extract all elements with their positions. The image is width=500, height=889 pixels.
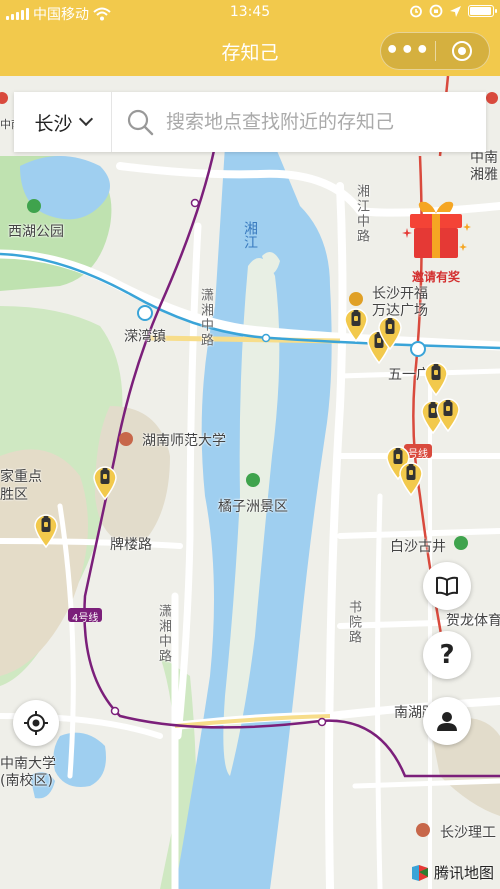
locker-pin-icon[interactable] <box>377 314 403 351</box>
invite-reward-promo[interactable]: 邀请有奖 <box>388 196 472 286</box>
search-icon <box>127 109 154 136</box>
battery-icon <box>468 5 497 17</box>
rotation-lock-icon <box>429 4 443 18</box>
nav-bar: 存知己 ••• <box>0 26 500 76</box>
map-label-west-lake-park: 西湖公园 <box>8 224 64 240</box>
invite-reward-label: 邀请有奖 <box>411 270 460 284</box>
map-label-hunan-normal-univ: 湖南师范大学 <box>142 433 226 449</box>
locker-pin-icon[interactable] <box>92 464 118 501</box>
city-label: 长沙 <box>34 112 73 135</box>
map-label-xiangjiang-road-middle: 湘江中路 <box>354 184 369 244</box>
map-attribution: 腾讯地图 <box>410 862 494 883</box>
locker-pin-icon[interactable] <box>33 512 59 549</box>
locate-icon <box>24 711 48 735</box>
city-selector[interactable]: 长沙 <box>14 92 112 152</box>
map-view[interactable]: 西湖公园 溁湾镇 湘江 潇湘中路 潇湘中路 湖南师范大学 橘子洲景区 牌楼路 中… <box>0 76 500 889</box>
search-bar: 长沙 <box>14 92 486 152</box>
map-label-luanwan-town: 溁湾镇 <box>124 329 166 345</box>
search-input[interactable] <box>166 111 486 133</box>
alarm-icon <box>410 5 422 18</box>
search-box <box>112 108 486 136</box>
help-button[interactable]: ? <box>423 631 471 679</box>
map-label-xiangjiang-river: 湘江 <box>242 221 258 249</box>
map-label-xiaoxiang-road-south: 潇湘中路 <box>156 604 171 664</box>
map-label-baisha-well: 白沙古井 <box>390 539 446 555</box>
map-label-helong-stadium: 贺龙体育 <box>446 613 500 629</box>
locker-pin-icon[interactable] <box>423 360 449 397</box>
location-arrow-icon <box>450 5 461 17</box>
map-label-pailou-road: 牌楼路 <box>110 537 152 553</box>
metro-line1-badge: 号线 <box>408 449 428 460</box>
tencent-map-logo-icon <box>411 864 428 881</box>
user-icon <box>437 712 457 731</box>
book-icon <box>436 576 458 596</box>
close-circle-icon <box>452 41 473 61</box>
locker-pin-icon[interactable] <box>435 396 461 433</box>
gift-icon <box>388 201 471 258</box>
map-label-xiaoxiang-road-north: 潇湘中路 <box>198 288 213 348</box>
more-button[interactable]: ••• <box>381 33 435 69</box>
locker-pin-icon[interactable] <box>398 460 424 497</box>
map-label-changsha-polytechnic: 长沙理工 <box>440 825 496 841</box>
user-button[interactable] <box>423 697 471 745</box>
map-label-zhongnan-xiangya: 中南 湘雅 <box>470 150 498 183</box>
metro-line4-badge: 4号线 <box>72 613 99 624</box>
attribution-label: 腾讯地图 <box>433 864 494 882</box>
map-label-state-key-area: 家重点 胜区 <box>0 469 42 503</box>
locate-button[interactable] <box>13 700 59 746</box>
status-right <box>409 4 497 18</box>
close-button[interactable] <box>435 41 489 61</box>
map-label-shuyuan-road: 书院路 <box>346 600 361 645</box>
chevron-down-icon <box>78 111 93 127</box>
status-bar: 中国移动 13:45 <box>0 0 500 26</box>
book-button[interactable] <box>423 562 471 610</box>
map-label-central-south-univ: 中南大学 (南校区) <box>0 756 56 789</box>
miniprogram-capsule: ••• <box>380 32 490 70</box>
map-label-juzizhou: 橘子洲景区 <box>218 499 288 515</box>
